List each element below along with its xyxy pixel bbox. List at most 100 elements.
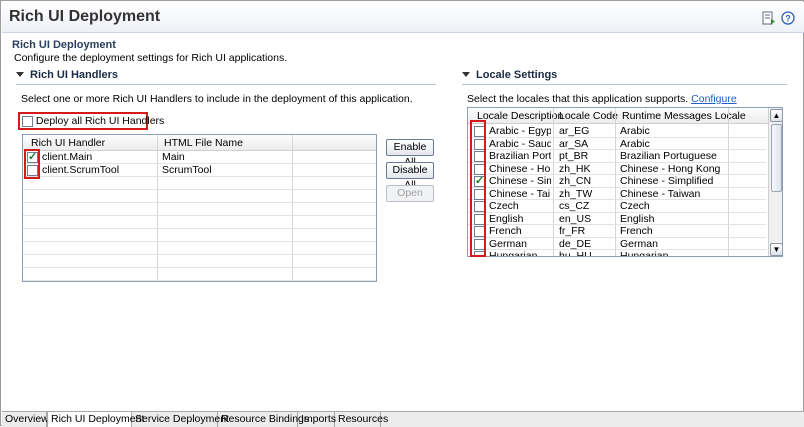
table-row	[23, 229, 376, 242]
locales-table: Locale Description Locale Code Runtime M…	[467, 107, 783, 257]
table-row[interactable]: Chinese - Ho... zh_HK Chinese - Hong Kong	[468, 162, 766, 175]
tab-imports[interactable]: Imports	[298, 412, 336, 427]
locale-description-cell: German	[489, 237, 527, 250]
col-html-file-name[interactable]: HTML File Name	[164, 137, 243, 149]
locale-description-cell: Chinese - Sim...	[489, 175, 551, 187]
table-row	[23, 242, 376, 255]
disable-all-button[interactable]: Disable All	[386, 162, 434, 191]
section-description: Configure the deployment settings for Ri…	[14, 52, 288, 64]
deploy-icon[interactable]	[762, 11, 776, 25]
deploy-all-checkbox[interactable]	[22, 115, 33, 127]
table-row	[23, 190, 376, 203]
page-header: Rich UI Deployment ?	[2, 2, 804, 33]
handlers-title-label: Rich UI Handlers	[30, 69, 119, 81]
configure-link[interactable]: Configure	[691, 93, 737, 105]
table-row[interactable]: Arabic - Egypt ar_EG Arabic	[468, 125, 766, 138]
table-row[interactable]: German de_DE German	[468, 237, 766, 250]
tab-overview[interactable]: Overview	[2, 412, 49, 427]
locales-title-label: Locale Settings	[476, 69, 558, 81]
locales-divider	[462, 84, 787, 85]
tab-service-deployment[interactable]: Service Deployment	[132, 412, 229, 427]
runtime-locale-cell: Chinese - Hong Kong	[620, 162, 721, 175]
table-row[interactable]: Hungarian hu_HU Hungarian	[468, 250, 766, 257]
deploy-all-label: Deploy all Rich UI Handlers	[35, 115, 165, 127]
locales-instructions: Select the locales that this application…	[467, 93, 689, 105]
scrollbar-thumb[interactable]	[771, 124, 782, 192]
table-row[interactable]: Brazilian Port... pt_BR Brazilian Portugue…	[468, 150, 766, 163]
locale-code-cell: en_US	[559, 212, 592, 225]
locale-description-cell: Czech	[489, 200, 519, 212]
runtime-locale-cell: Czech	[620, 200, 650, 212]
runtime-locale-cell: Brazilian Portuguese	[620, 150, 717, 162]
runtime-locale-cell: English	[620, 212, 655, 225]
col-locale-description[interactable]: Locale Description	[477, 110, 563, 122]
handlers-divider	[16, 84, 436, 85]
runtime-locale-cell: Hungarian	[620, 250, 669, 257]
table-row[interactable]: French fr_FR French	[468, 225, 766, 238]
table-row[interactable]: Czech cs_CZ Czech	[468, 200, 766, 213]
locale-description-cell: English	[489, 212, 524, 225]
runtime-locale-cell: German	[620, 237, 658, 250]
table-row[interactable]: client.ScrumTool ScrumTool	[23, 164, 376, 177]
handler-name-cell: client.Main	[42, 151, 93, 163]
locale-code-cell: cs_CZ	[559, 200, 590, 212]
runtime-locale-cell: Arabic	[620, 137, 650, 150]
deploy-all-checkbox-row[interactable]: Deploy all Rich UI Handlers	[22, 115, 164, 127]
col-locale-code[interactable]: Locale Code	[559, 110, 618, 122]
table-row	[23, 255, 376, 268]
runtime-locale-cell: Arabic	[620, 125, 650, 137]
locale-code-cell: zh_HK	[559, 162, 591, 175]
locale-code-cell: ar_EG	[559, 125, 590, 137]
col-rich-ui-handler[interactable]: Rich UI Handler	[31, 137, 105, 149]
editor-frame: Rich UI Deployment ? Rich UI Deployment …	[0, 0, 804, 427]
locale-description-cell: French	[489, 225, 522, 237]
locale-code-cell: de_DE	[559, 237, 592, 250]
locale-code-cell: pt_BR	[559, 150, 589, 162]
page-title: Rich UI Deployment	[9, 8, 161, 25]
handlers-table-header: Rich UI Handler HTML File Name	[23, 135, 376, 151]
locale-description-cell: Arabic - Saud...	[489, 137, 551, 150]
locale-code-cell: fr_FR	[559, 225, 586, 237]
locale-code-cell: zh_TW	[559, 187, 593, 200]
table-row	[23, 203, 376, 216]
runtime-locale-cell: French	[620, 225, 653, 237]
locales-scrollbar[interactable]: ▲ ▼	[768, 108, 782, 256]
section-title: Rich UI Deployment	[12, 39, 116, 51]
table-row[interactable]: Chinese - Tai... zh_TW Chinese - Taiwan	[468, 187, 766, 200]
html-file-cell: Main	[162, 151, 185, 163]
tab-rich-ui-deployment[interactable]: Rich UI Deployment	[47, 412, 144, 427]
table-row[interactable]: Chinese - Sim... zh_CN Chinese - Simplifie…	[468, 174, 766, 188]
table-row	[23, 216, 376, 229]
table-row[interactable]: Arabic - Saud... ar_SA Arabic	[468, 137, 766, 150]
scroll-down-icon[interactable]: ▼	[770, 243, 782, 256]
locale-code-cell: hu_HU	[559, 250, 592, 257]
handlers-instructions: Select one or more Rich UI Handlers to i…	[21, 93, 413, 105]
locales-instructions-row: Select the locales that this application…	[467, 93, 737, 105]
locale-code-cell: ar_SA	[559, 137, 589, 150]
collapse-triangle-icon[interactable]	[462, 72, 470, 77]
locale-description-cell: Arabic - Egypt	[489, 125, 551, 137]
handler-name-cell: client.ScrumTool	[42, 164, 120, 176]
open-button[interactable]: Open	[386, 185, 434, 202]
table-row[interactable]: client.Main Main	[23, 150, 376, 164]
table-row	[23, 268, 376, 281]
locale-code-cell: zh_CN	[559, 175, 592, 187]
help-icon[interactable]: ?	[781, 11, 795, 25]
locales-table-header: Locale Description Locale Code Runtime M…	[468, 108, 782, 124]
enable-all-button[interactable]: Enable All	[386, 139, 434, 168]
locales-group-title[interactable]: Locale Settings	[462, 69, 557, 81]
handlers-group-title[interactable]: Rich UI Handlers	[16, 69, 118, 81]
runtime-locale-cell: Chinese - Simplified	[620, 175, 714, 187]
table-row	[23, 177, 376, 190]
table-row[interactable]: English en_US English	[468, 212, 766, 225]
locale-description-cell: Chinese - Tai...	[489, 187, 551, 200]
handlers-table: Rich UI Handler HTML File Name client.Ma…	[22, 134, 377, 282]
locale-checkbox-highlight	[470, 120, 486, 257]
tab-resources[interactable]: Resources	[335, 412, 388, 427]
html-file-cell: ScrumTool	[162, 164, 212, 176]
tab-resource-bindings[interactable]: Resource Bindings	[218, 412, 309, 427]
runtime-locale-cell: Chinese - Taiwan	[620, 187, 701, 200]
scroll-up-icon[interactable]: ▲	[770, 109, 782, 122]
handler-checkbox-highlight	[24, 149, 40, 179]
collapse-triangle-icon[interactable]	[16, 72, 24, 77]
